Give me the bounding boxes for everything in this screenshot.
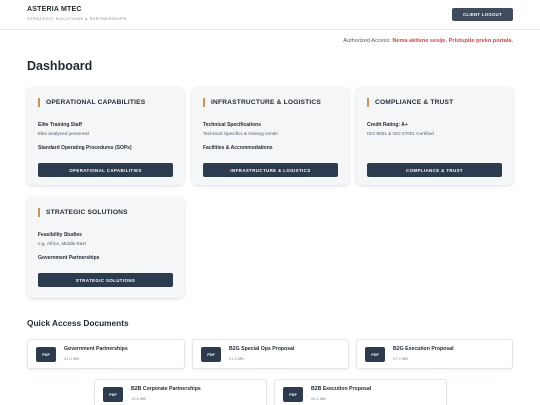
auth-prefix: Authorized Access: xyxy=(343,38,391,44)
document-item[interactable]: PDF B2G Execution Proposal 27.9 MB xyxy=(356,339,513,369)
card-heading: OPERATIONAL CAPABILITIES xyxy=(38,98,145,107)
document-size: 19.5 MB xyxy=(131,396,146,401)
document-title: B2B Execution Proposal xyxy=(311,386,372,392)
document-title: B2G Execution Proposal xyxy=(393,346,454,352)
card-compliance-trust: COMPLIANCE & TRUST Credit Rating: A+ ISO… xyxy=(356,87,513,185)
card-strategic-solutions: STRATEGIC SOLUTIONS Feasibility Studies … xyxy=(27,197,184,298)
document-size: 27.9 MB xyxy=(393,356,408,361)
document-title: B2B Corporate Partnerships xyxy=(131,386,201,392)
pdf-icon: PDF xyxy=(103,387,123,402)
card-item-desc: e.g. Africa, Middle East xyxy=(38,241,86,246)
document-size: 21.0 MB xyxy=(64,356,79,361)
operational-capabilities-button[interactable]: OPERATIONAL CAPABILITIES xyxy=(38,163,173,177)
document-item[interactable]: PDF B2G Special Ops Proposal 21.3 MB xyxy=(192,339,349,369)
brand-tagline: STRATEGIC SOLUTIONS & PARTNERSHIPS xyxy=(27,16,127,21)
card-item-title: Elite Training Staff xyxy=(38,122,82,128)
compliance-trust-button[interactable]: COMPLIANCE & TRUST xyxy=(367,163,502,177)
document-item[interactable]: PDF B2B Execution Proposal 24.2 MB xyxy=(274,379,447,405)
card-item-title: Government Partnerships xyxy=(38,255,100,261)
document-title: B2G Special Ops Proposal xyxy=(229,346,295,352)
card-item-title: Standard Operating Procedures (SOPs) xyxy=(38,145,132,151)
card-item-title: Facilities & Accommodations xyxy=(203,145,273,151)
auth-status-message: Nema aktivne sesije. Pristupite preko po… xyxy=(392,38,513,44)
auth-status-line: Authorized Access: Nema aktivne sesije. … xyxy=(343,38,513,44)
infrastructure-logistics-button[interactable]: INFRASTRUCTURE & LOGISTICS xyxy=(203,163,338,177)
card-heading: INFRASTRUCTURE & LOGISTICS xyxy=(203,98,321,107)
document-size: 21.3 MB xyxy=(229,356,244,361)
document-item[interactable]: PDF Government Partnerships 21.0 MB xyxy=(27,339,185,369)
client-logout-button[interactable]: CLIENT LOGOUT xyxy=(452,8,513,21)
card-item-desc: Technical Specifics & training center xyxy=(203,131,279,136)
quick-access-title: Quick Access Documents xyxy=(27,318,129,328)
pdf-icon: PDF xyxy=(365,347,385,362)
top-header: ASTERIA MTEC STRATEGIC SOLUTIONS & PARTN… xyxy=(0,0,540,30)
card-item-title: Feasibility Studies xyxy=(38,232,82,238)
card-heading: STRATEGIC SOLUTIONS xyxy=(38,208,128,217)
card-infrastructure-logistics: INFRASTRUCTURE & LOGISTICS Technical Spe… xyxy=(192,87,349,185)
card-item-desc: Elite analyzed personnel xyxy=(38,131,90,136)
document-title: Government Partnerships xyxy=(64,346,128,352)
pdf-icon: PDF xyxy=(201,347,221,362)
pdf-icon: PDF xyxy=(36,347,56,362)
page-title: Dashboard xyxy=(27,59,93,73)
card-item-title: Credit Rating: A+ xyxy=(367,122,408,128)
strategic-solutions-button[interactable]: STRATEGIC SOLUTIONS xyxy=(38,273,173,287)
card-heading: COMPLIANCE & TRUST xyxy=(367,98,453,107)
document-size: 24.2 MB xyxy=(311,396,326,401)
pdf-icon: PDF xyxy=(283,387,303,402)
card-item-desc: ISO 9001 & ISO 27001 Certified xyxy=(367,131,434,136)
card-operational-capabilities: OPERATIONAL CAPABILITIES Elite Training … xyxy=(27,87,184,185)
card-item-title: Technical Specifications xyxy=(203,122,261,128)
document-item[interactable]: PDF B2B Corporate Partnerships 19.5 MB xyxy=(94,379,267,405)
brand-name: ASTERIA MTEC xyxy=(27,6,82,13)
